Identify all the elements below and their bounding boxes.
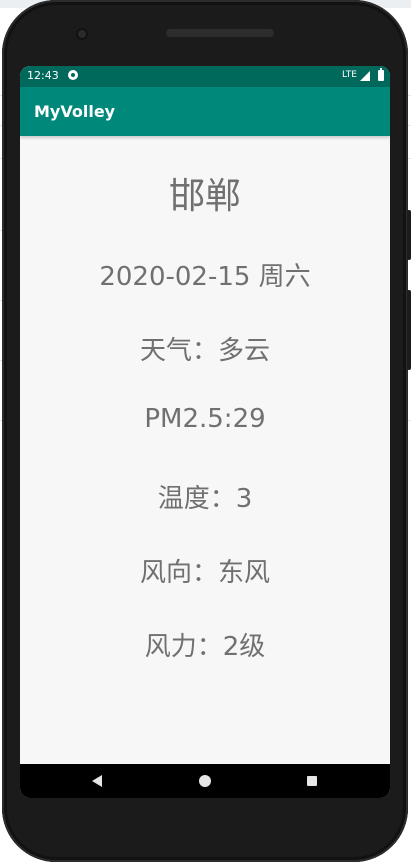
wind-direction: 风向：东风 <box>139 558 270 588</box>
signal-icon <box>360 71 370 81</box>
city-name: 邯郸 <box>168 176 241 217</box>
weather-condition: 天气：多云 <box>139 336 270 366</box>
app-title: MyVolley <box>34 102 116 121</box>
phone-screen: 12:43 LTE MyVolley 邯郸 2020-02-15 周六 天气：多… <box>20 66 390 798</box>
sync-icon <box>68 70 78 80</box>
volume-button[interactable] <box>407 290 411 370</box>
front-camera <box>76 28 88 40</box>
status-time: 12:43 <box>27 69 59 82</box>
pm25-value: PM2.5:29 <box>144 404 266 434</box>
status-bar: 12:43 LTE <box>20 66 390 87</box>
navigation-bar <box>20 764 390 798</box>
battery-icon <box>378 68 384 81</box>
recents-icon[interactable] <box>307 776 317 786</box>
temperature-value: 温度：3 <box>157 484 253 514</box>
date-text: 2020-02-15 周六 <box>99 262 311 292</box>
wind-force: 风力：2级 <box>144 632 266 662</box>
network-type: LTE <box>342 70 357 80</box>
weather-content: 邯郸 2020-02-15 周六 天气：多云 PM2.5:29 温度：3 风向：… <box>20 136 390 764</box>
desktop-background: 12:43 LTE MyVolley 邯郸 2020-02-15 周六 天气：多… <box>0 0 411 864</box>
power-button[interactable] <box>407 210 411 260</box>
app-bar: MyVolley <box>20 87 390 136</box>
earpiece-speaker <box>166 29 274 37</box>
phone-frame: 12:43 LTE MyVolley 邯郸 2020-02-15 周六 天气：多… <box>2 0 411 862</box>
back-icon[interactable] <box>92 775 102 787</box>
home-icon[interactable] <box>199 775 211 787</box>
